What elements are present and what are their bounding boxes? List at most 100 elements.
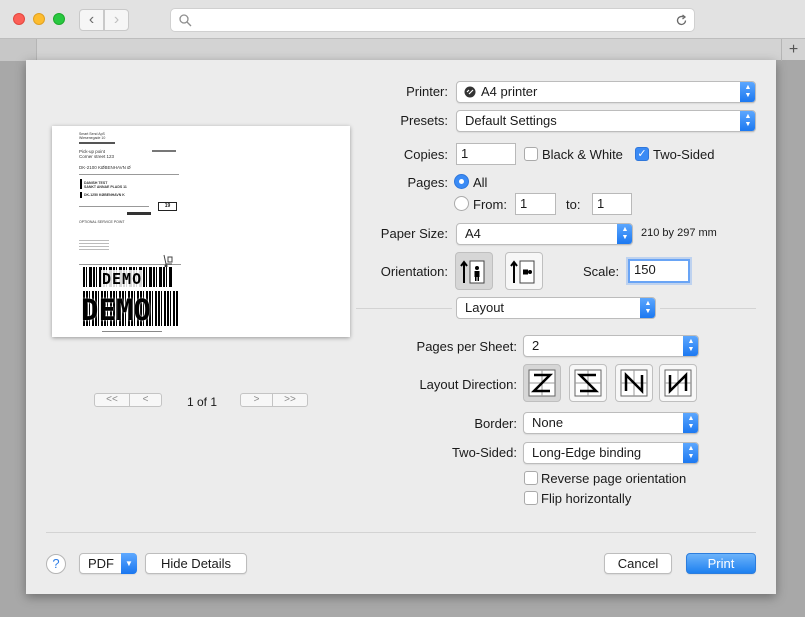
- tab-strip-left: [0, 39, 37, 61]
- address-bar[interactable]: [170, 8, 695, 32]
- printer-select[interactable]: A4 printer ▲ ▼: [456, 81, 756, 103]
- layout-direction-reverse-n-button[interactable]: [659, 364, 697, 402]
- copies-label: Copies:: [403, 147, 448, 162]
- label-sender-line2: Wiesenegade 10: [79, 136, 106, 140]
- two-sided-binding-select[interactable]: Long-Edge binding ▲ ▼: [523, 442, 699, 464]
- layout-direction-n-button[interactable]: [615, 364, 653, 402]
- printer-value: A4 printer: [481, 84, 538, 99]
- label-recipient-city: DK-1250 KØBENHAVN K: [84, 193, 125, 197]
- layout-direction-reverse-z-button[interactable]: [569, 364, 607, 402]
- tab-bar: +: [0, 38, 805, 61]
- paper-size-value: A4: [465, 226, 481, 241]
- print-preview: Smart Send ApS Wiesenegade 10 Pick-up po…: [52, 126, 350, 337]
- scale-field[interactable]: 150: [628, 259, 690, 283]
- pages-from-radio[interactable]: [454, 196, 469, 211]
- pages-per-sheet-select[interactable]: 2 ▲ ▼: [523, 335, 699, 357]
- section-value: Layout: [465, 300, 505, 315]
- browser-toolbar: ‹ › +: [0, 0, 805, 61]
- label-recipient-street: SANKT ANNAE PLADS 11: [84, 185, 127, 189]
- back-button[interactable]: ‹: [79, 9, 104, 31]
- border-value: None: [532, 415, 564, 430]
- chevron-updown-icon: ▲ ▼: [683, 413, 698, 433]
- border-select[interactable]: None ▲ ▼: [523, 412, 699, 434]
- handtruck-icon: [163, 254, 173, 268]
- chevron-down-icon: ▼: [121, 553, 137, 574]
- black-white-label: Black & White: [542, 147, 623, 162]
- printer-label: Printer:: [406, 84, 448, 99]
- pdf-menu-button[interactable]: PDF ▼: [79, 553, 137, 574]
- two-sided-binding-value: Long-Edge binding: [532, 445, 642, 460]
- copies-field[interactable]: 1: [456, 143, 516, 165]
- section-select[interactable]: Layout ▲ ▼: [456, 297, 656, 319]
- paper-size-label: Paper Size:: [380, 226, 448, 241]
- printer-status-icon: [464, 86, 476, 98]
- chevron-updown-icon: ▲ ▼: [617, 224, 632, 244]
- search-icon: [179, 14, 192, 27]
- pages-to-field[interactable]: 1: [592, 193, 632, 215]
- border-label: Border:: [474, 416, 517, 431]
- checkmark-icon: ✓: [637, 148, 647, 160]
- presets-select[interactable]: Default Settings ▲ ▼: [456, 110, 756, 132]
- new-tab-button[interactable]: +: [781, 39, 805, 61]
- reverse-orientation-checkbox[interactable]: [524, 471, 538, 485]
- minimize-window-button[interactable]: [33, 13, 45, 25]
- landscape-orientation-icon: [510, 260, 535, 284]
- chevron-updown-icon: ▲ ▼: [683, 443, 698, 463]
- cancel-button[interactable]: Cancel: [604, 553, 672, 574]
- scale-label: Scale:: [583, 264, 620, 279]
- reload-icon[interactable]: [675, 14, 688, 27]
- chevron-updown-icon: ▲ ▼: [683, 336, 698, 356]
- two-sided-binding-label: Two-Sided:: [451, 445, 517, 460]
- chevron-updown-icon: ▲ ▼: [740, 111, 755, 131]
- black-white-checkbox[interactable]: [524, 147, 538, 161]
- pages-label: Pages:: [407, 175, 448, 190]
- prev-page-button[interactable]: <: [129, 393, 162, 407]
- print-button[interactable]: Print: [686, 553, 756, 574]
- chevron-updown-icon: ▲ ▼: [740, 82, 755, 102]
- reverse-orientation-label: Reverse page orientation: [541, 471, 687, 486]
- label-pickup-street: Corner street 123: [79, 154, 115, 159]
- pdf-label: PDF: [88, 556, 114, 571]
- portrait-orientation-icon: [460, 260, 485, 284]
- flip-horizontally-checkbox[interactable]: [524, 491, 538, 505]
- pages-per-sheet-value: 2: [532, 338, 540, 353]
- layout-z-icon: [528, 369, 556, 397]
- layout-reverse-n-icon: [664, 369, 692, 397]
- paper-dimensions: 210 by 297 mm: [641, 227, 717, 239]
- hide-details-button[interactable]: Hide Details: [145, 553, 247, 574]
- last-page-button[interactable]: >>: [272, 393, 308, 407]
- pages-from-label: From:: [473, 197, 507, 212]
- label-parcel-count: 19: [158, 202, 177, 211]
- pages-to-label: to:: [566, 197, 581, 212]
- two-sided-label: Two-Sided: [653, 147, 715, 162]
- help-button[interactable]: ?: [46, 554, 66, 574]
- landscape-orientation-button[interactable]: [505, 252, 543, 290]
- label-service: OPTIONAL SERVICE POINT: [79, 220, 125, 224]
- next-page-button[interactable]: >: [240, 393, 273, 407]
- pages-all-radio[interactable]: [454, 174, 469, 189]
- pages-from-field[interactable]: 1: [515, 193, 556, 215]
- layout-direction-z-button[interactable]: [523, 364, 561, 402]
- pages-per-sheet-label: Pages per Sheet:: [416, 339, 517, 354]
- orientation-label: Orientation:: [380, 264, 448, 279]
- layout-n-icon: [620, 369, 648, 397]
- layout-direction-label: Layout Direction:: [419, 377, 517, 392]
- pages-all-label: All: [473, 175, 488, 190]
- close-window-button[interactable]: [13, 13, 25, 25]
- chevron-right-icon: ›: [113, 11, 120, 28]
- page-indicator: 1 of 1: [187, 395, 218, 409]
- label-destination: DK-2100 KØBENHAVN Ø: [79, 165, 131, 170]
- zoom-window-button[interactable]: [53, 13, 65, 25]
- first-page-button[interactable]: <<: [94, 393, 130, 407]
- plus-icon: +: [788, 41, 799, 58]
- presets-label: Presets:: [400, 113, 448, 128]
- portrait-orientation-button[interactable]: [455, 252, 493, 290]
- chevron-updown-icon: ▲ ▼: [640, 298, 655, 318]
- paper-size-select[interactable]: A4 ▲ ▼: [456, 223, 633, 245]
- chevron-left-icon: ‹: [88, 11, 95, 28]
- print-dialog: Smart Send ApS Wiesenegade 10 Pick-up po…: [26, 60, 776, 594]
- two-sided-checkbox[interactable]: ✓: [635, 147, 649, 161]
- layout-reverse-z-icon: [574, 369, 602, 397]
- forward-button[interactable]: ›: [104, 9, 129, 31]
- flip-horizontally-label: Flip horizontally: [541, 491, 632, 506]
